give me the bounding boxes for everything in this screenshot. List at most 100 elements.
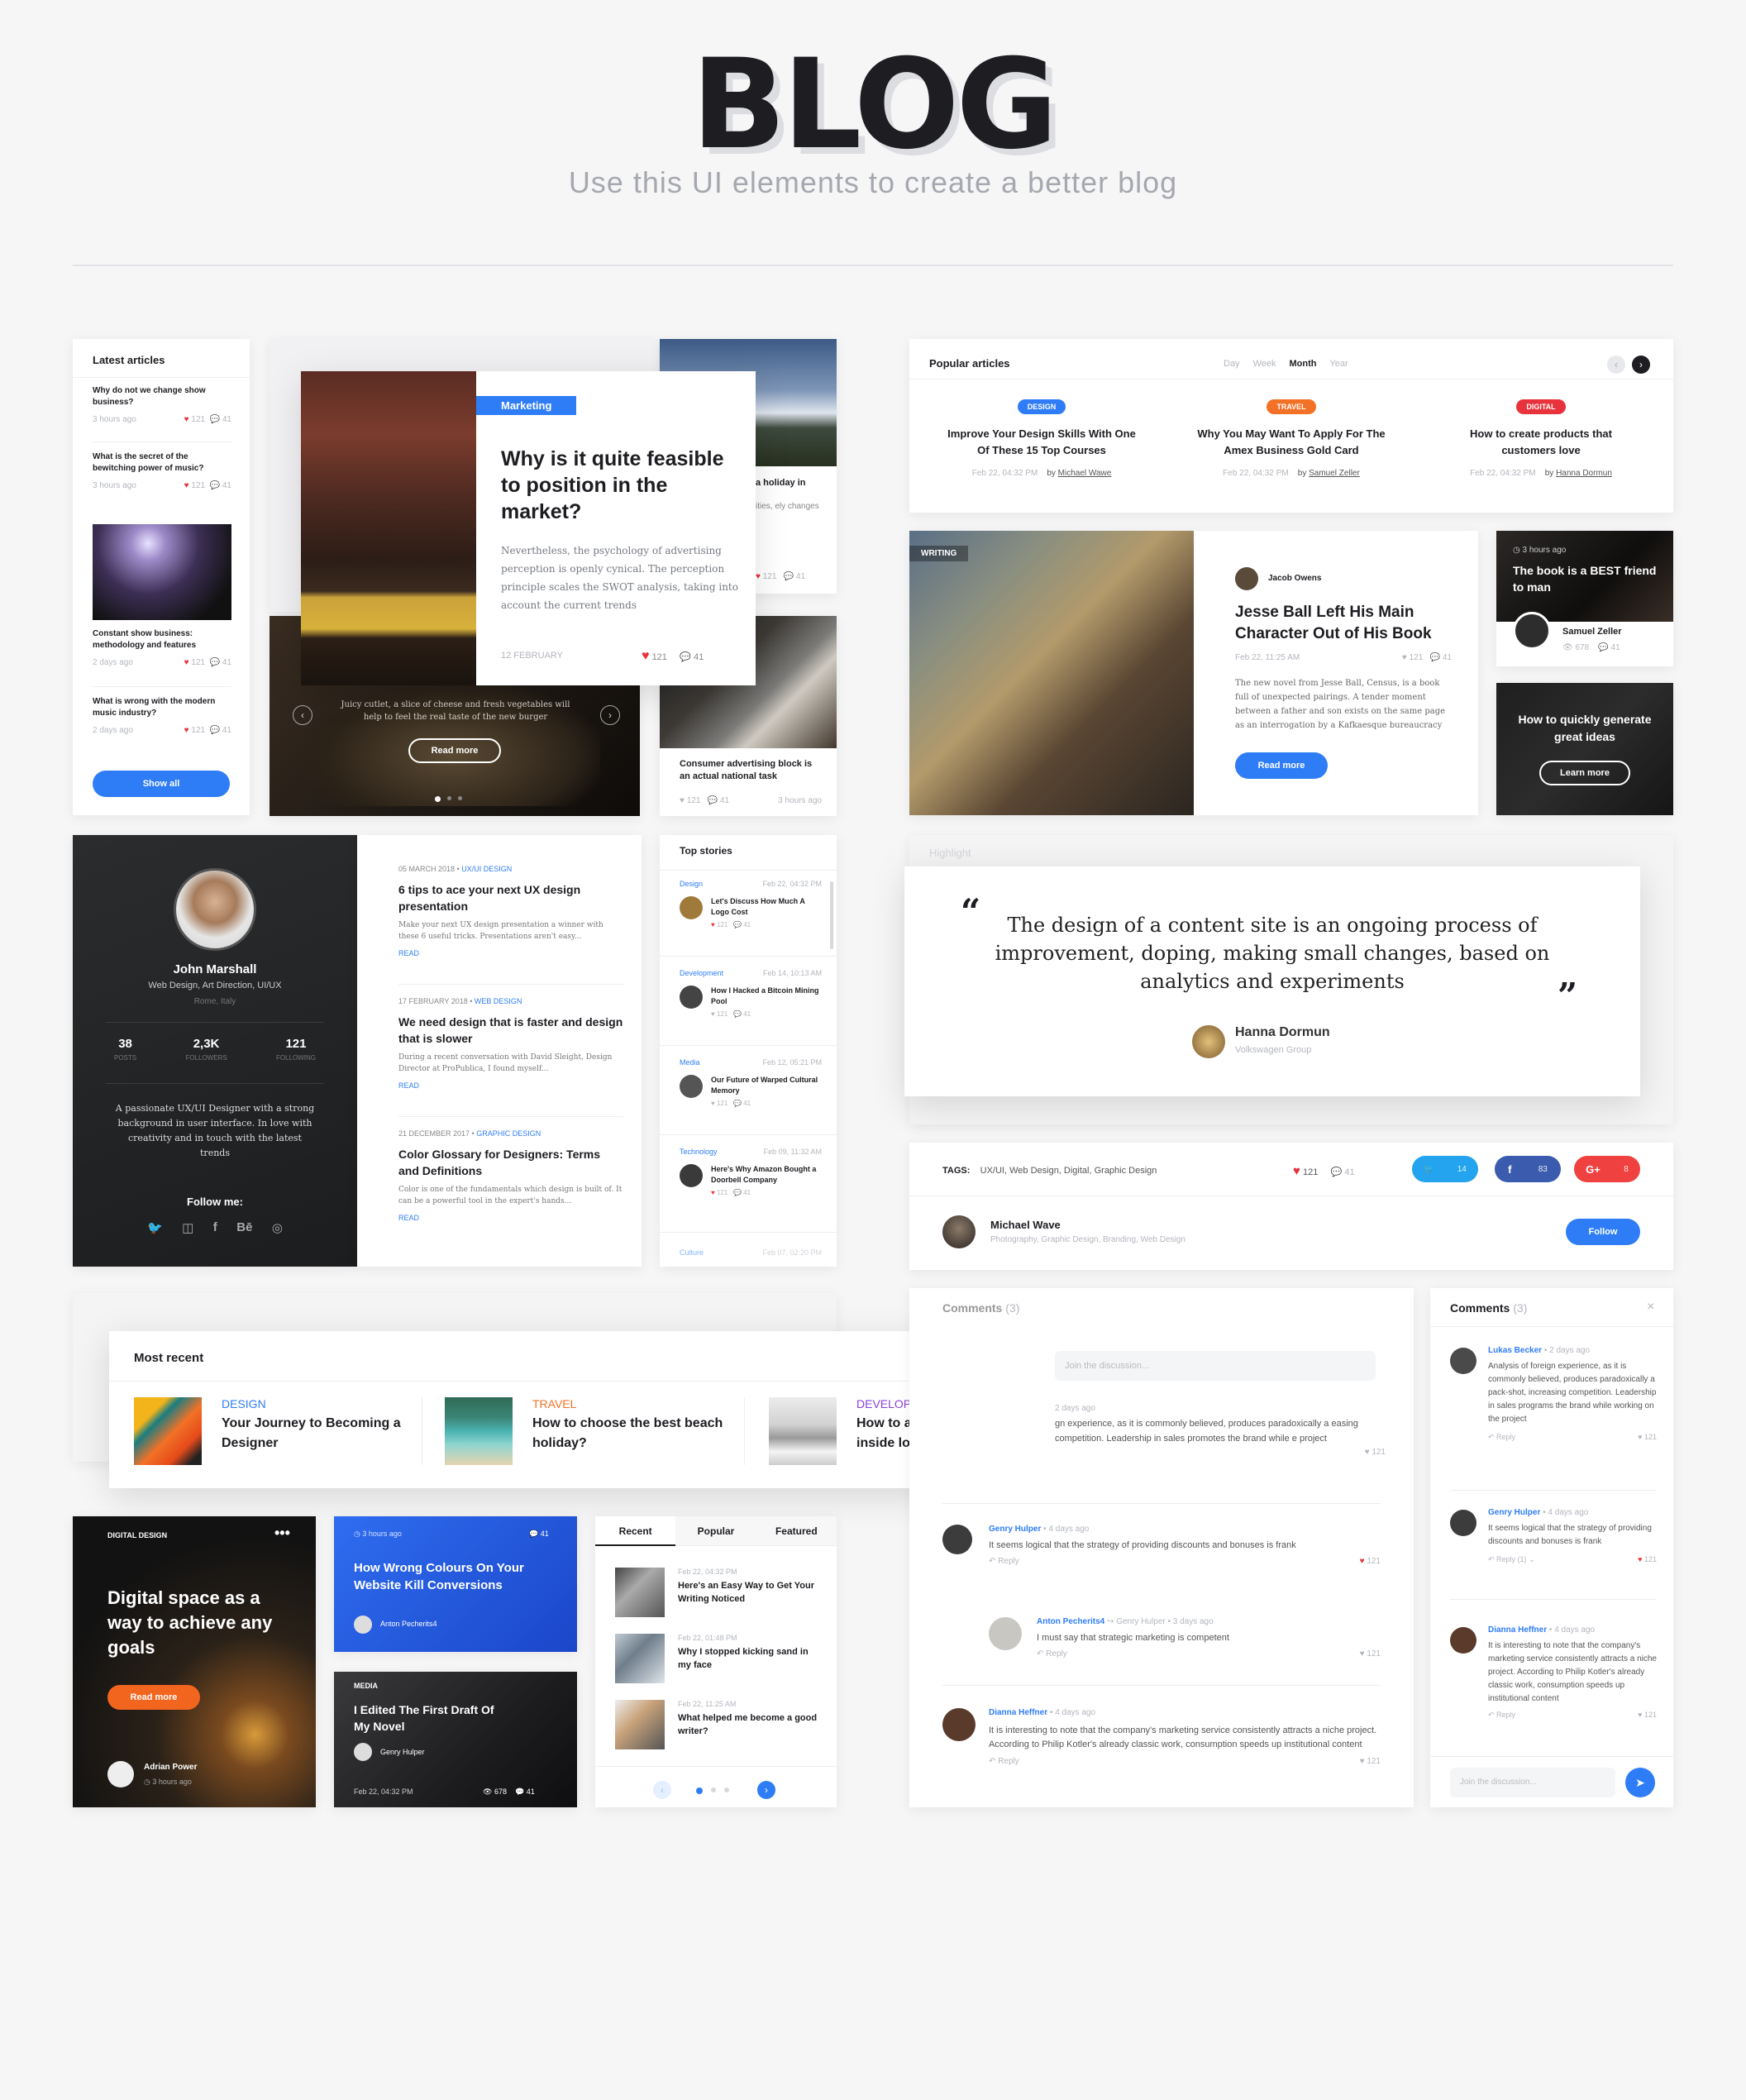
popular-item[interactable]: TRAVEL Why You May Want To Apply For The… bbox=[1176, 399, 1407, 478]
tags-list[interactable]: UX/UI, Web Design, Digital, Graphic Desi… bbox=[980, 1166, 1157, 1176]
writing-article-card[interactable]: WRITING Jacob Owens Jesse Ball Left His … bbox=[909, 531, 1478, 815]
article-title[interactable]: How Wrong Colours On Your Website Kill C… bbox=[354, 1559, 552, 1594]
facebook-icon[interactable]: f bbox=[213, 1220, 217, 1235]
discussion-input[interactable]: Join the discussion... bbox=[1450, 1768, 1615, 1797]
category-label[interactable]: TRAVEL bbox=[532, 1397, 734, 1410]
commenter-name[interactable]: Dianna Heffner bbox=[989, 1708, 1047, 1717]
commenter-name[interactable]: Dianna Heffner bbox=[1488, 1625, 1547, 1635]
stat-following[interactable]: 121 FOLLOWING bbox=[276, 1037, 316, 1062]
story-item[interactable]: Design Feb 22, 04:32 PM Let's Discuss How… bbox=[680, 880, 822, 928]
avatar[interactable] bbox=[942, 1708, 976, 1741]
popular-item[interactable]: DIGITAL How to create products that cust… bbox=[1425, 399, 1657, 478]
stat-followers[interactable]: 2,3K FOLLOWERS bbox=[185, 1037, 227, 1062]
tab-featured[interactable]: Featured bbox=[756, 1516, 837, 1546]
next-arrow-icon[interactable]: › bbox=[1632, 356, 1650, 374]
avatar[interactable] bbox=[1192, 1025, 1225, 1058]
article-title[interactable]: How to choose the best beach holiday? bbox=[532, 1414, 734, 1453]
heart-icon[interactable]: ♥ bbox=[642, 649, 650, 663]
recent-item[interactable]: DESIGN Your Journey to Becoming a Designe… bbox=[134, 1397, 415, 1465]
story-item[interactable]: Media Feb 12, 05:21 PM Our Future of Warp… bbox=[680, 1058, 822, 1107]
article-title[interactable]: I Edited The First Draft Of My Novel bbox=[354, 1701, 503, 1735]
read-link[interactable]: READ bbox=[398, 1214, 623, 1222]
commenter-name[interactable]: Genry Hulper bbox=[989, 1525, 1041, 1534]
category-tag[interactable]: WRITING bbox=[909, 546, 969, 561]
avatar[interactable] bbox=[1235, 567, 1258, 590]
heart-icon[interactable]: ♥ bbox=[184, 415, 189, 424]
reply-button[interactable]: ↶ Reply bbox=[1037, 1649, 1067, 1659]
list-item[interactable]: Feb 22, 01:48 PM Why I stopped kicking sa… bbox=[615, 1634, 822, 1683]
story-item[interactable]: Development Feb 14, 10:13 AM How I Hacked… bbox=[680, 969, 822, 1018]
avatar[interactable] bbox=[1450, 1510, 1476, 1536]
next-arrow-icon[interactable]: › bbox=[757, 1781, 775, 1799]
category-link[interactable]: GRAPHIC DESIGN bbox=[476, 1129, 541, 1138]
filter-month[interactable]: Month bbox=[1289, 359, 1316, 369]
reply-button[interactable]: ↶ Reply bbox=[1488, 1433, 1515, 1442]
story-item[interactable]: Technology Feb 09, 11:32 AM Here's Why Am… bbox=[680, 1148, 822, 1196]
read-link[interactable]: READ bbox=[398, 949, 623, 957]
list-item[interactable]: Feb 22, 11:25 AM What helped me become a … bbox=[615, 1700, 822, 1749]
heart-icon[interactable]: ♥ bbox=[1360, 1557, 1365, 1566]
avatar[interactable] bbox=[174, 868, 256, 951]
avatar[interactable] bbox=[1450, 1348, 1476, 1374]
avatar[interactable] bbox=[354, 1616, 372, 1634]
facebook-share-button[interactable]: f 83 bbox=[1495, 1156, 1561, 1182]
instagram-icon[interactable]: ◫ bbox=[182, 1220, 193, 1235]
author-name[interactable]: Jacob Owens bbox=[1268, 574, 1321, 583]
post-title[interactable]: 6 tips to ace your next UX design presen… bbox=[398, 881, 623, 914]
author-name[interactable]: Adrian Power bbox=[144, 1763, 197, 1772]
avatar[interactable] bbox=[1450, 1627, 1476, 1654]
commenter-name[interactable]: Genry Hulper bbox=[1488, 1508, 1540, 1517]
author-name[interactable]: Samuel Zeller bbox=[1562, 627, 1622, 637]
list-item[interactable]: Feb 22, 04:32 PM Here's an Easy Way to Ge… bbox=[615, 1568, 822, 1617]
list-item[interactable]: Why do not we change show business? 3 ho… bbox=[93, 385, 231, 424]
post-title[interactable]: We need design that is faster and design… bbox=[398, 1014, 623, 1047]
discussion-input[interactable]: Join the discussion... bbox=[1055, 1351, 1376, 1381]
avatar[interactable] bbox=[107, 1761, 134, 1787]
filter-day[interactable]: Day bbox=[1224, 359, 1240, 369]
comment-icon[interactable]: 💬 bbox=[210, 415, 220, 424]
category-pill[interactable]: DIGITAL bbox=[1516, 399, 1566, 414]
more-options-icon[interactable]: ••• bbox=[274, 1525, 290, 1542]
article-title[interactable]: How to quickly generate great ideas bbox=[1513, 711, 1657, 746]
filter-year[interactable]: Year bbox=[1329, 359, 1348, 369]
comment-count[interactable]: 💬 41 bbox=[529, 1530, 549, 1539]
avatar[interactable] bbox=[354, 1743, 372, 1761]
category-label[interactable]: DESIGN bbox=[222, 1397, 415, 1410]
recent-item[interactable]: TRAVEL How to choose the best beach holid… bbox=[445, 1397, 734, 1465]
reply-button[interactable]: ↶ Reply bbox=[989, 1557, 1019, 1566]
list-item[interactable]: What is wrong with the modern music indu… bbox=[93, 696, 231, 735]
tab-recent[interactable]: Recent bbox=[595, 1516, 676, 1546]
pagination-dots[interactable] bbox=[696, 1787, 729, 1794]
digital-design-card[interactable]: DIGITAL DESIGN ••• Digital space as a wa… bbox=[73, 1516, 316, 1807]
list-item[interactable]: Constant show business: methodology and … bbox=[93, 628, 231, 667]
twitter-icon[interactable]: 🐦 bbox=[147, 1220, 163, 1235]
quote-author[interactable]: Hanna Dormun bbox=[1235, 1025, 1330, 1040]
slider-dots[interactable] bbox=[435, 796, 462, 802]
author-name[interactable]: Genry Hulper bbox=[380, 1748, 425, 1756]
read-link[interactable]: READ bbox=[398, 1081, 623, 1090]
author-name[interactable]: Anton Pecherits4 bbox=[380, 1620, 437, 1628]
reply-button[interactable]: ↶ Reply bbox=[1488, 1711, 1515, 1720]
post-item[interactable]: 17 FEBRUARY 2018 • WEB DESIGN We need de… bbox=[398, 997, 623, 1090]
featured-title[interactable]: Why is it quite feasible to position in … bbox=[501, 446, 741, 525]
post-item[interactable]: 05 MARCH 2018 • UX/UI DESIGN 6 tips to a… bbox=[398, 865, 623, 957]
read-more-button[interactable]: Read more bbox=[1235, 752, 1328, 779]
read-more-button[interactable]: Read more bbox=[107, 1685, 200, 1710]
close-icon[interactable]: × bbox=[1647, 1300, 1654, 1315]
tab-popular[interactable]: Popular bbox=[675, 1516, 756, 1546]
heart-icon[interactable]: ♥ bbox=[1293, 1164, 1300, 1178]
popular-item[interactable]: DESIGN Improve Your Design Skills With O… bbox=[926, 399, 1157, 478]
article-title[interactable]: The book is a BEST friend to man bbox=[1513, 562, 1662, 595]
post-title[interactable]: Color Glossary for Designers: Terms and … bbox=[398, 1146, 623, 1179]
concert-image[interactable] bbox=[93, 524, 231, 620]
author-name[interactable]: Michael Wave bbox=[990, 1219, 1061, 1231]
show-all-button[interactable]: Show all bbox=[93, 771, 230, 797]
commenter-name[interactable]: Anton Pecherits4 bbox=[1037, 1617, 1104, 1626]
category-tag[interactable]: Marketing bbox=[476, 396, 577, 415]
avatar[interactable] bbox=[942, 1525, 972, 1554]
filter-week[interactable]: Week bbox=[1253, 359, 1276, 369]
scrollbar[interactable] bbox=[830, 881, 833, 949]
period-filter[interactable]: Day Week Month Year bbox=[1224, 359, 1348, 369]
comment-icon[interactable]: 💬 bbox=[1331, 1167, 1343, 1177]
heart-icon[interactable]: ♥ bbox=[1638, 1555, 1642, 1563]
